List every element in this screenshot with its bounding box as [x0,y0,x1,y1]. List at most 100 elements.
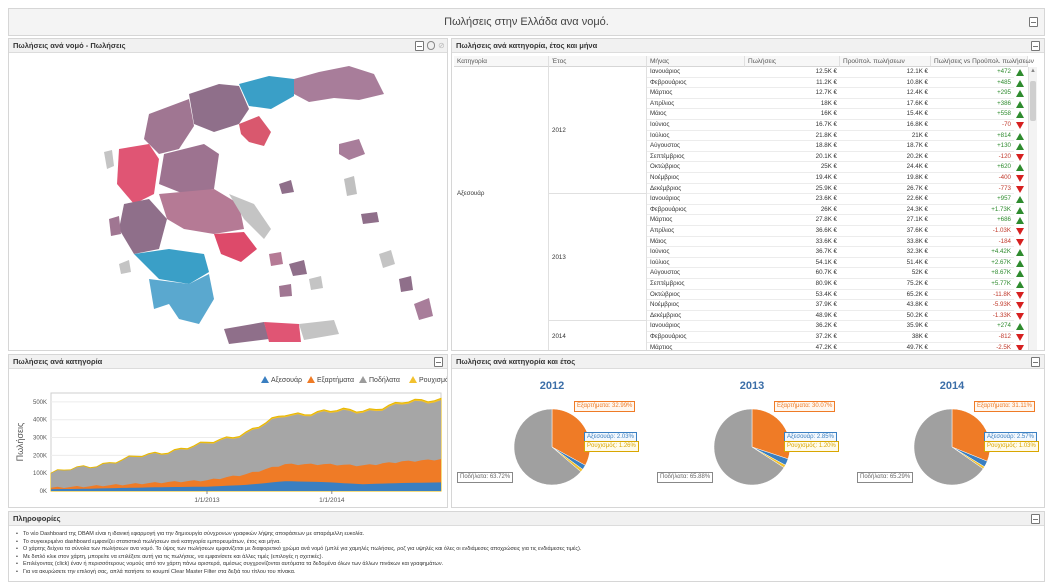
cell-budget: 19.8K € [840,173,931,184]
pie-chart-panel: Πωλήσεις ανά κατηγορία και έτος 2012 Εξαρ… [451,354,1045,508]
year-label: 2014 [552,333,566,341]
cell-sales: 26K € [745,205,840,216]
year-group: 2012 [549,67,647,195]
col-header-month[interactable]: Μήνας [647,56,745,67]
cell-sales: 20.1K € [745,152,840,163]
cell-sales: 37.2K € [745,332,840,343]
cell-sales: 25K € [745,162,840,173]
cell-month: Μάρτιος [647,88,745,99]
pie-panel-title: Πωλήσεις ανά κατηγορία και έτος [456,357,576,366]
grid-panel-header: Πωλήσεις ανά κατηγορία, έτος και μήνα [452,39,1044,53]
y-tick-label: 300K [33,436,47,442]
cell-month: Ιούλιος [647,258,745,269]
col-header-category[interactable]: Κατηγορία [454,56,549,67]
trend-down-icon [1016,185,1024,193]
cell-variance: +5.77K [931,279,1014,290]
trend-down-icon [1016,312,1024,320]
region-lesvos [339,139,365,160]
cell-budget: 33.8K € [840,237,931,248]
region-attica [214,232,257,262]
category-label: Αξεσουάρ [457,190,485,198]
cell-month: Δεκέμβριος [647,311,745,322]
info-panel-title: Πληροφορίες [13,514,61,523]
info-line: Ο χάρτης δείχνει τα σύνολα των πωλήσεων … [16,546,581,552]
cell-sales: 16K € [745,109,840,120]
cell-month: Αύγουστος [647,268,745,279]
region-dodecanese-1 [379,250,395,268]
map-panel-header: Πωλήσεις ανά νομό - Πωλήσεις ⊘ [9,39,447,53]
export-icon[interactable] [415,41,424,51]
region-cyclades-2 [289,260,307,276]
cell-month: Δεκέμβριος [647,184,745,195]
trend-down-icon [1016,238,1024,246]
y-axis-label: Πωλήσεις [15,422,25,461]
cell-sales: 53.4K € [745,290,840,301]
area-chart[interactable]: 500K 400K 300K 200K 100K 0K Πωλήσεις 1/1/2013 1/… [9,371,447,507]
cell-budget: 43.8K € [840,300,931,311]
pie-slice-label: Ποδήλατα: 63.72% [457,472,514,483]
pie-year-title: 2013 [739,380,765,392]
clear-filter-icon[interactable]: ⊘ [438,41,446,50]
trend-down-icon [1016,228,1024,235]
cell-month: Φεβρουάριος [647,205,745,216]
cell-variance: +274 [931,321,1014,332]
trend-up-icon [1016,164,1024,172]
trend-down-icon [1016,291,1024,299]
year-group: 2014 [549,321,647,350]
cell-month: Οκτώβριος [647,290,745,301]
cell-budget: 10.8K € [840,78,931,89]
refresh-icon[interactable] [427,41,435,50]
trend-up-icon [1016,323,1024,331]
export-icon[interactable] [1031,514,1040,524]
y-tick-label: 400K [33,418,47,424]
pie-slice-label: Εξαρτήματα: 31.11% [974,401,1035,412]
export-icon[interactable] [1031,357,1040,367]
area-panel-header: Πωλήσεις ανά κατηγορία [9,355,447,369]
region-chios [344,176,357,196]
cell-sales: 60.7K € [745,268,840,279]
cell-sales: 80.9K € [745,279,840,290]
cell-variance: -1.33K [931,311,1014,322]
cell-month: Σεπτέμβριος [647,279,745,290]
trend-down-icon [1016,344,1024,350]
export-icon[interactable] [1031,41,1040,51]
col-header-sales[interactable]: Πωλήσεις [745,56,840,67]
region-chalkidiki [239,116,271,146]
cell-sales: 25.9K € [745,184,840,195]
trend-up-icon [1016,100,1024,108]
cell-budget: 37.6K € [840,226,931,237]
cell-budget: 16.8K € [840,120,931,131]
area-panel-title: Πωλήσεις ανά κατηγορία [13,357,103,366]
col-header-variance[interactable]: Πωλήσεις vs Προϋπολ. πωλήσεων [931,56,1034,67]
cell-month: Αύγουστος [647,141,745,152]
greece-map[interactable] [9,54,448,350]
cell-budget: 12.4K € [840,88,931,99]
scroll-up-icon[interactable]: ▲ [1030,68,1036,74]
region-dodecanese-2 [399,276,413,292]
region-east-macedonia [239,76,294,109]
grid-scrollbar[interactable]: ▲ ▼ [1028,67,1037,350]
trend-down-icon [1016,302,1024,310]
col-header-year[interactable]: Έτος [549,56,647,67]
grid-scroll-thumb[interactable] [1030,81,1036,121]
cell-budget: 24.4K € [840,162,931,173]
info-panel-header: Πληροφορίες [9,512,1044,526]
export-icon[interactable] [1029,17,1038,27]
cell-variance: +558 [931,109,1014,120]
cell-month: Φεβρουάριος [647,78,745,89]
trend-up-icon [1016,281,1024,288]
cell-month: Ιανουάριος [647,194,745,205]
region-thrace [294,66,384,102]
cell-sales: 36.2K € [745,321,840,332]
x-tick-label: 1/1/2014 [319,497,345,504]
cell-budget: 38K € [840,332,931,343]
export-icon[interactable] [434,357,443,367]
trend-up-icon [1016,249,1024,257]
cell-variance: -5.93K [931,300,1014,311]
cell-variance: -773 [931,184,1014,195]
cell-sales: 19.4K € [745,173,840,184]
year-group: 2013 [549,194,647,322]
col-header-budget[interactable]: Προϋπολ. πωλήσεων [840,56,931,67]
pie-slice-label: Ποδήλατα: 65.29% [857,472,914,483]
sales-grid[interactable]: Κατηγορία Έτος Μήνας Πωλήσεις Προϋπολ. π… [454,56,1037,350]
